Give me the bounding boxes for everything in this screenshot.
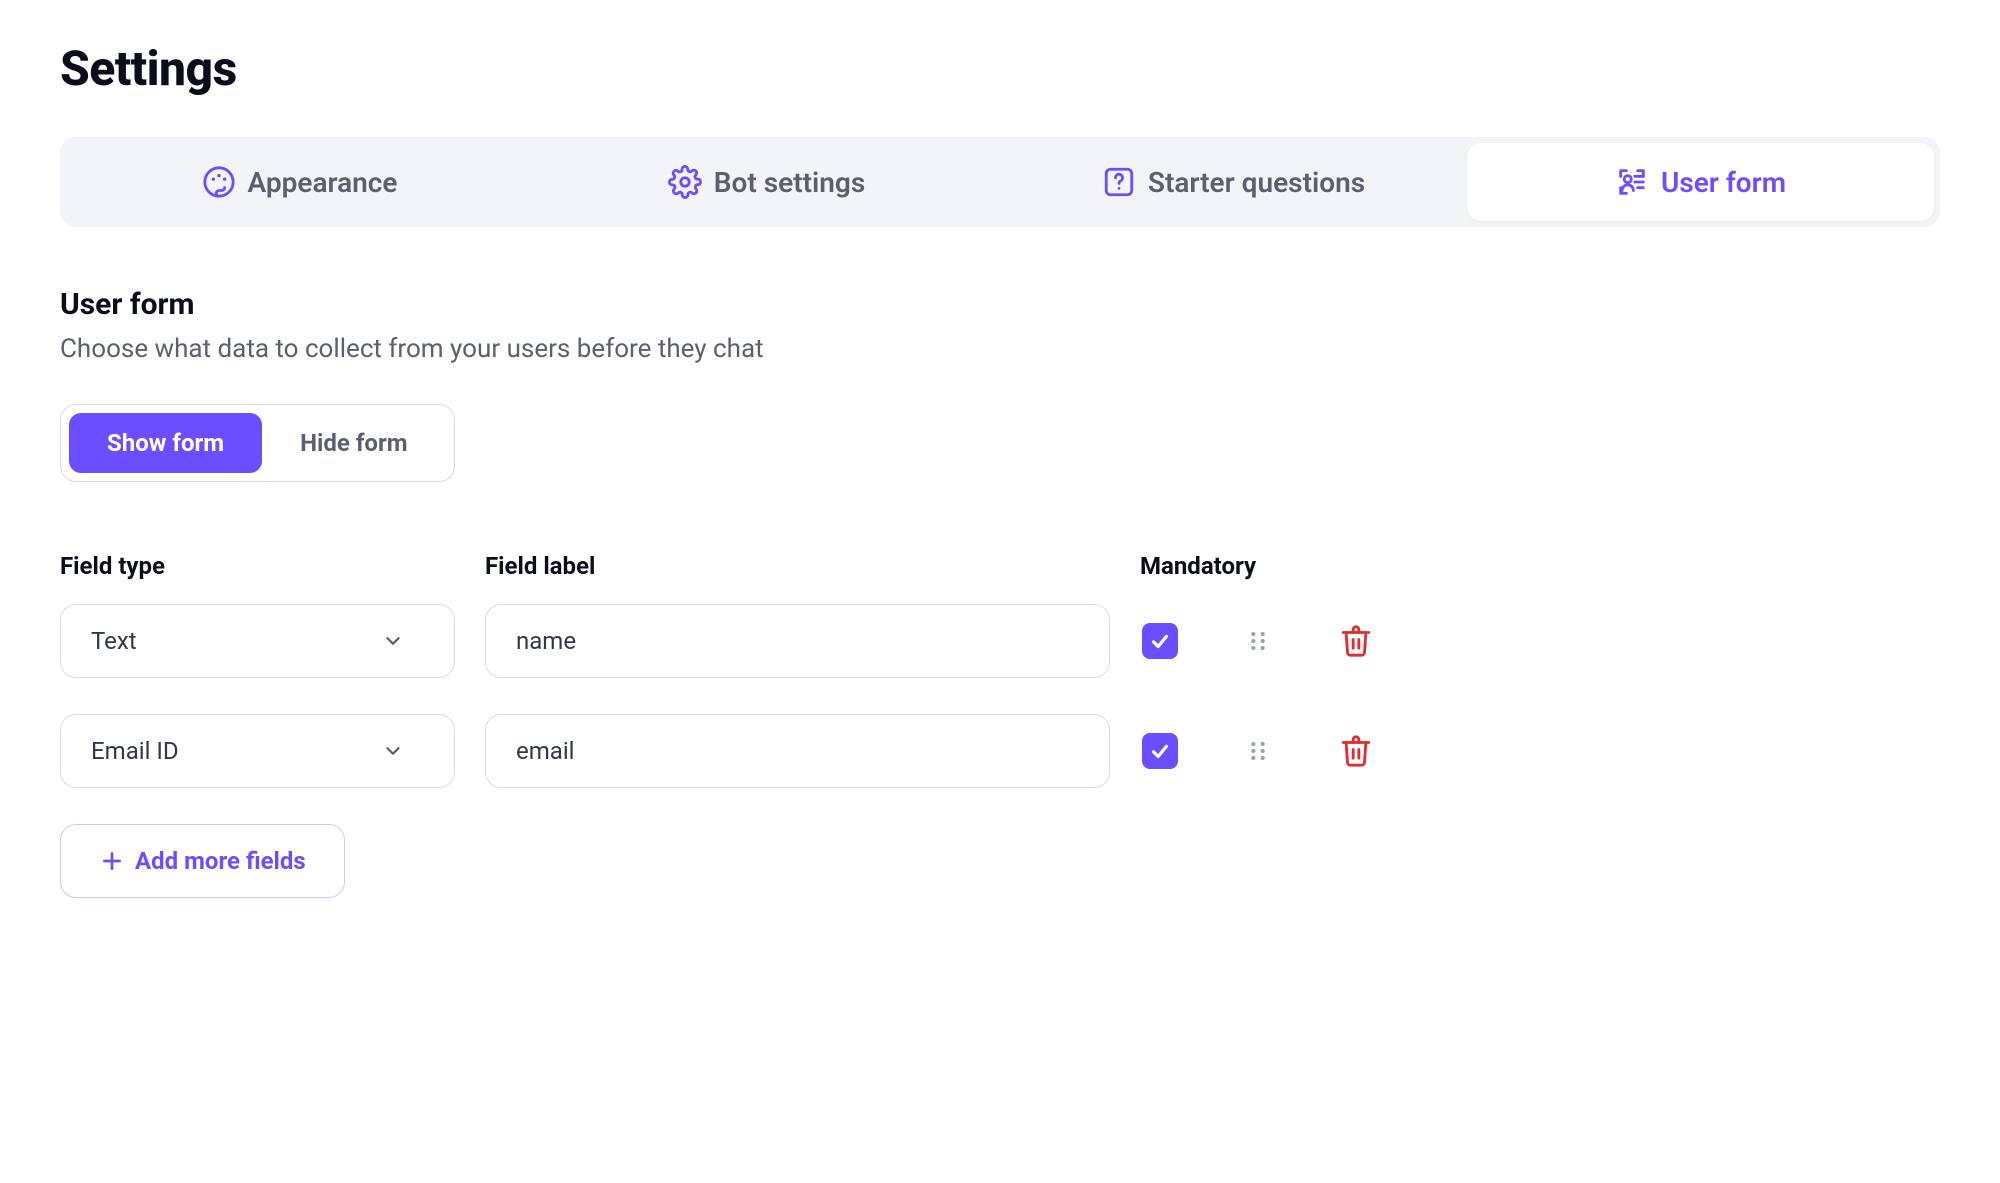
tab-label: Bot settings xyxy=(714,166,866,199)
drag-handle-icon[interactable] xyxy=(1238,627,1278,655)
tab-user-form[interactable]: User form xyxy=(1467,143,1934,221)
chevron-down-icon xyxy=(382,740,404,762)
tab-starter-questions[interactable]: Starter questions xyxy=(1000,143,1467,221)
field-type-select[interactable]: Email ID xyxy=(60,714,455,788)
page-title: Settings xyxy=(60,40,1940,97)
column-header-field-type: Field type xyxy=(60,552,455,580)
palette-icon xyxy=(202,165,236,199)
gear-icon xyxy=(668,165,702,199)
show-hide-toggle: Show form Hide form xyxy=(60,404,455,482)
plus-icon xyxy=(99,848,125,874)
tabs-container: Appearance Bot settings Starter question… xyxy=(60,137,1940,227)
tab-bot-settings[interactable]: Bot settings xyxy=(533,143,1000,221)
tab-label: User form xyxy=(1661,166,1786,199)
fields-columns-header: Field type Field label Mandatory xyxy=(60,552,1940,580)
add-more-fields-label: Add more fields xyxy=(135,847,306,875)
column-header-field-label: Field label xyxy=(485,552,1110,580)
drag-handle-icon[interactable] xyxy=(1238,737,1278,765)
section-description: Choose what data to collect from your us… xyxy=(60,334,1940,364)
question-icon xyxy=(1102,165,1136,199)
delete-field-button[interactable] xyxy=(1336,624,1376,658)
add-more-fields-button[interactable]: Add more fields xyxy=(60,824,345,898)
field-type-value: Text xyxy=(91,627,137,655)
show-form-button[interactable]: Show form xyxy=(69,413,262,473)
field-label-input[interactable] xyxy=(485,714,1110,788)
section-title: User form xyxy=(60,287,1940,322)
field-label-input[interactable] xyxy=(485,604,1110,678)
field-type-value: Email ID xyxy=(91,737,179,765)
tab-label: Starter questions xyxy=(1148,166,1365,199)
hide-form-button[interactable]: Hide form xyxy=(262,413,445,473)
field-row: Text xyxy=(60,604,1940,678)
user-form-icon xyxy=(1615,165,1649,199)
section-header: User form Choose what data to collect fr… xyxy=(60,287,1940,364)
mandatory-checkbox[interactable] xyxy=(1142,623,1178,659)
field-type-select[interactable]: Text xyxy=(60,604,455,678)
tab-label: Appearance xyxy=(248,166,398,199)
delete-field-button[interactable] xyxy=(1336,734,1376,768)
column-header-mandatory: Mandatory xyxy=(1140,552,1256,580)
mandatory-checkbox[interactable] xyxy=(1142,733,1178,769)
tab-appearance[interactable]: Appearance xyxy=(66,143,533,221)
chevron-down-icon xyxy=(382,630,404,652)
field-row: Email ID xyxy=(60,714,1940,788)
